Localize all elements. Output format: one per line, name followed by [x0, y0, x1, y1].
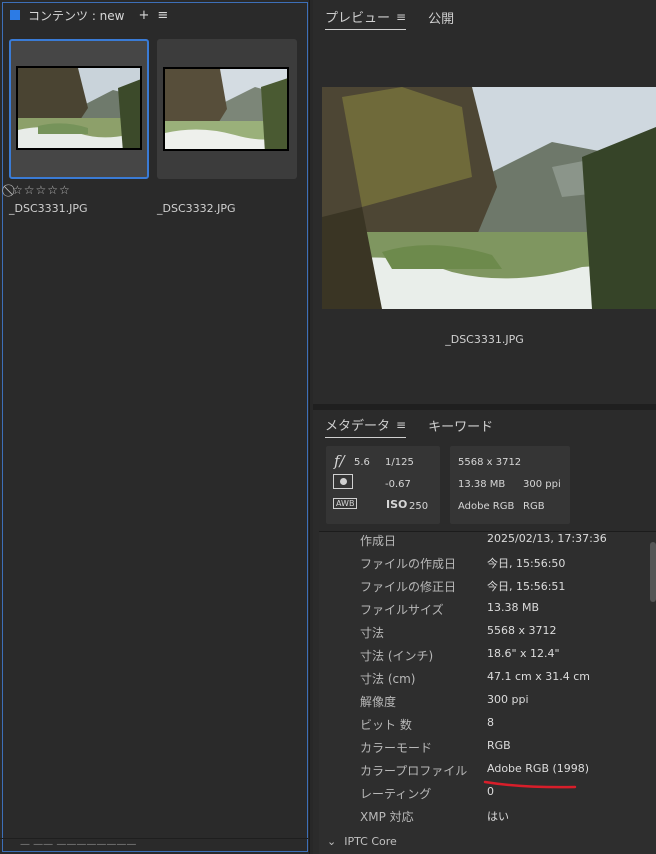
list-item: レーティング 0: [360, 785, 494, 801]
awb-icon: AWB: [333, 498, 358, 509]
list-item: 寸法 5568 x 3712: [360, 624, 557, 640]
section-label[interactable]: IPTC Core: [344, 835, 397, 848]
camera-info-box: f/ 5.6 1/125 -0.67 AWB ISO 250: [326, 446, 440, 524]
panel-color-icon: [10, 10, 20, 20]
list-item: ファイルサイズ 13.38 MB: [360, 601, 540, 617]
resolution-value: 300 ppi: [523, 479, 561, 490]
list-item: 作成日 2025/02/13, 17:37:36: [360, 532, 607, 548]
tab-metadata-label[interactable]: メタデータ: [325, 415, 390, 434]
metadata-list: 作成日 2025/02/13, 17:37:36 ファイルの作成日 今日, 15:5…: [319, 531, 656, 854]
thumbnail-label: _DSC3332.JPG: [157, 202, 236, 215]
metering-icon: [333, 474, 353, 489]
content-panel-header: コンテンツ : new + ≡: [0, 0, 168, 30]
rating-stars[interactable]: ⃠☆☆☆☆☆: [11, 183, 71, 198]
tab-preview-label[interactable]: プレビュー: [325, 7, 390, 26]
right-panel: プレビュー ≡ 公開 _DSC3331.JPG メタデータ ≡ キーワード f/…: [313, 0, 656, 854]
panel-divider[interactable]: [313, 404, 656, 410]
preview-filename: _DSC3331.JPG: [445, 333, 524, 346]
list-item: カラーモード RGB: [360, 739, 511, 755]
content-panel: コンテンツ : new + ≡ ⃠☆☆☆☆☆ _DSC3331.JPG _DSC…: [0, 0, 310, 854]
panel-menu-icon[interactable]: ≡: [157, 8, 168, 23]
thumbnail-dsc3331[interactable]: [9, 39, 149, 179]
list-item: 寸法 (インチ) 18.6" x 12.4": [360, 647, 560, 663]
tab-menu-icon[interactable]: ≡: [396, 418, 406, 432]
landscape-image: [18, 68, 140, 148]
tab-preview[interactable]: プレビュー ≡: [325, 7, 407, 30]
shutter-value: 1/125: [385, 457, 414, 468]
list-item: ファイルの作成日 今日, 15:56:50: [360, 557, 566, 571]
tab-menu-icon[interactable]: ≡: [396, 10, 406, 24]
color-mode-value: RGB: [523, 501, 545, 512]
iso-value: 250: [409, 501, 429, 512]
tab-publish-label[interactable]: 公開: [428, 8, 454, 27]
list-item: 寸法 (cm) 47.1 cm x 31.4 cm: [360, 670, 591, 686]
preview-tabs: プレビュー ≡ 公開: [325, 7, 454, 30]
scrollbar[interactable]: [650, 542, 656, 602]
file-info-box: 5568 x 3712 13.38 MB 300 ppi Adobe RGB R…: [450, 446, 570, 524]
thumbnail-image: [16, 66, 142, 150]
content-panel-title[interactable]: コンテンツ : new: [28, 7, 124, 24]
thumbnail-image: [163, 67, 289, 151]
tab-publish[interactable]: 公開: [428, 7, 454, 30]
iptc-core-section[interactable]: ⌄ IPTC Core: [327, 835, 397, 848]
star-icons[interactable]: ☆☆☆☆☆: [12, 183, 71, 197]
preview-image: [322, 87, 656, 309]
iso-label: ISO: [386, 498, 408, 511]
thumbnail-label: _DSC3331.JPG: [9, 202, 88, 215]
landscape-image: [165, 69, 287, 149]
list-item: ファイルの修正日 今日, 15:56:51: [360, 580, 566, 594]
tab-metadata[interactable]: メタデータ ≡: [325, 415, 407, 438]
list-item: XMP 対応 はい: [360, 810, 509, 824]
thumbnail-dsc3332[interactable]: [157, 39, 297, 179]
content-panel-footer: — —— ————————: [0, 838, 308, 854]
list-item: ビット 数8: [360, 716, 494, 732]
aperture-value: 5.6: [354, 457, 370, 468]
metadata-tabs: メタデータ ≡ キーワード: [325, 415, 493, 438]
add-icon[interactable]: +: [138, 8, 149, 23]
aperture-icon: f/: [334, 452, 345, 470]
landscape-image: [322, 87, 656, 309]
chevron-down-icon[interactable]: ⌄: [327, 835, 336, 848]
exposure-comp-value: -0.67: [385, 479, 411, 490]
list-item: 解像度 300 ppi: [360, 693, 529, 709]
tab-keywords[interactable]: キーワード: [428, 415, 493, 438]
tab-keywords-label[interactable]: キーワード: [428, 416, 493, 435]
filesize-value: 13.38 MB: [458, 479, 506, 490]
profile-value: Adobe RGB: [458, 501, 515, 512]
dimensions-value: 5568 x 3712: [458, 457, 522, 468]
